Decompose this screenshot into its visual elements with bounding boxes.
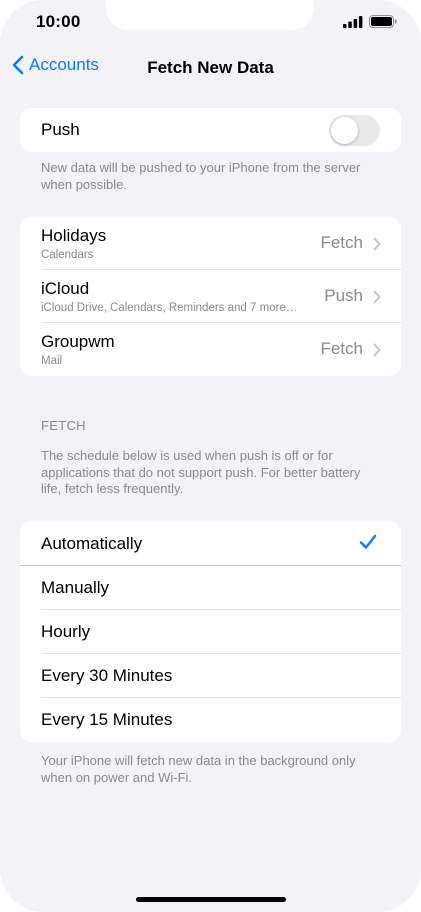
fetch-option-label: Manually — [41, 578, 110, 597]
notch — [106, 0, 314, 30]
account-name: Holidays — [41, 226, 107, 245]
fetch-option-automatically[interactable]: Automatically — [20, 521, 401, 566]
signal-icon — [343, 15, 363, 28]
navigation-bar: Accounts Fetch New Data — [0, 50, 421, 86]
accounts-card: Holidays Calendars Fetch iCloud iCloud D… — [20, 217, 401, 376]
account-name: Groupwm — [41, 332, 115, 351]
battery-icon — [369, 15, 397, 28]
push-label: Push — [41, 120, 80, 139]
account-row-icloud[interactable]: iCloud iCloud Drive, Calendars, Reminder… — [20, 270, 401, 323]
chevron-right-icon — [373, 237, 381, 251]
push-row: Push — [20, 108, 401, 152]
fetch-section-title: FETCH — [41, 418, 86, 433]
account-row-groupwm[interactable]: Groupwm Mail Fetch — [20, 323, 401, 376]
status-icons — [343, 15, 397, 28]
push-card: Push — [20, 108, 401, 152]
account-name: iCloud — [41, 279, 90, 298]
home-indicator[interactable] — [136, 897, 286, 902]
account-value: Fetch — [320, 339, 363, 358]
fetch-option-label: Automatically — [41, 533, 143, 553]
account-subtitle: Calendars — [41, 249, 94, 261]
account-row-holidays[interactable]: Holidays Calendars Fetch — [20, 217, 401, 270]
page-title: Fetch New Data — [147, 58, 274, 77]
fetch-option-hourly[interactable]: Hourly — [20, 610, 401, 654]
chevron-right-icon — [373, 290, 381, 304]
account-subtitle: iCloud Drive, Calendars, Reminders and 7… — [41, 302, 298, 314]
fetch-option-manually[interactable]: Manually — [20, 566, 401, 610]
fetch-option-label: Every 30 Minutes — [41, 666, 173, 685]
phone-screen: 10:00 Accounts Fetch New Data Push New d… — [0, 0, 421, 912]
toggle-knob — [331, 117, 358, 144]
account-value: Push — [324, 286, 363, 305]
fetch-note: The schedule below is used when push is … — [41, 448, 361, 496]
fetch-option-label: Hourly — [41, 622, 91, 641]
push-toggle[interactable] — [329, 115, 380, 146]
fetch-option-every-30-minutes[interactable]: Every 30 Minutes — [20, 654, 401, 698]
push-note: New data will be pushed to your iPhone f… — [41, 160, 361, 192]
fetch-footer-note: Your iPhone will fetch new data in the b… — [41, 753, 356, 785]
status-time: 10:00 — [36, 12, 81, 31]
checkmark-icon — [359, 534, 377, 549]
chevron-right-icon — [373, 343, 381, 357]
account-subtitle: Mail — [41, 355, 63, 367]
account-value: Fetch — [320, 233, 363, 252]
fetch-option-every-15-minutes[interactable]: Every 15 Minutes — [20, 698, 401, 742]
fetch-options-card: Automatically Manually Hourly Every 30 M… — [20, 521, 401, 742]
fetch-option-label: Every 15 Minutes — [41, 710, 173, 729]
